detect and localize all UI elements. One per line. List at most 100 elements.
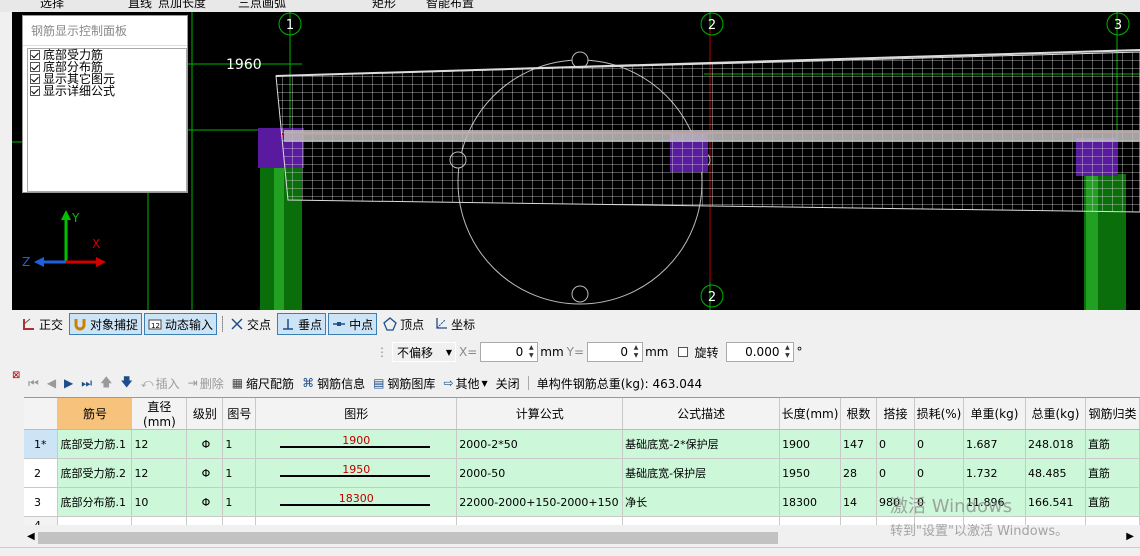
rebar-name-cell[interactable]: 底部受力筋.1 xyxy=(57,429,133,459)
empty-cell[interactable] xyxy=(186,516,224,525)
category-cell[interactable]: 直筋 xyxy=(1085,458,1140,488)
offset-mode-select[interactable]: 不偏移 ▼ xyxy=(392,342,456,362)
col-header-rebar-no[interactable]: 筋号 xyxy=(57,398,133,430)
move-up-icon[interactable]: 🡅 xyxy=(100,373,112,394)
empty-cell[interactable] xyxy=(622,516,781,525)
formula-desc-cell[interactable]: 净长 xyxy=(622,487,781,517)
empty-cell[interactable] xyxy=(779,516,842,525)
diameter-cell[interactable]: 10 xyxy=(131,487,188,517)
col-header-category[interactable]: 钢筋归类 xyxy=(1085,398,1140,430)
scroll-left-icon[interactable]: ◀ xyxy=(27,531,35,542)
col-header-formula[interactable]: 计算公式 xyxy=(456,398,624,430)
loss-cell[interactable]: 0 xyxy=(914,458,964,488)
formula-cell[interactable]: 2000-50 xyxy=(456,458,624,488)
checkbox-icon[interactable] xyxy=(30,50,40,60)
move-down-icon[interactable]: 🡇 xyxy=(120,373,132,394)
panel-close-icon[interactable]: ⊠ xyxy=(12,370,20,381)
col-header-shape[interactable]: 图形 xyxy=(255,398,458,430)
spinner-icon[interactable]: ▲ ▼ xyxy=(782,344,792,360)
scrollbar-thumb[interactable] xyxy=(38,532,778,544)
row-number[interactable]: 1* xyxy=(24,429,59,459)
shape-cell[interactable]: 1950 xyxy=(255,458,458,488)
formula-desc-cell[interactable]: 基础底宽-2*保护层 xyxy=(622,429,781,459)
col-header-unit-weight[interactable]: 单重(kg) xyxy=(963,398,1026,430)
intersection-snap-button[interactable]: 交点 xyxy=(226,313,275,335)
checkbox-show-detailed-formula[interactable]: 显示详细公式 xyxy=(30,85,186,97)
spinner-icon[interactable]: ▲ ▼ xyxy=(631,344,641,360)
shape-cell[interactable]: 1900 xyxy=(255,429,458,459)
rotate-input[interactable]: 0.000 ▲ ▼ xyxy=(726,342,795,362)
empty-cell[interactable] xyxy=(456,516,624,525)
figure-no-cell[interactable]: 1 xyxy=(222,429,257,459)
delete-button[interactable]: ⇥ 删除 xyxy=(188,375,224,392)
spinner-icon[interactable]: ▲ ▼ xyxy=(526,344,536,360)
vertex-snap-button[interactable]: 顶点 xyxy=(379,313,428,335)
coordinate-snap-button[interactable]: 坐标 xyxy=(430,313,479,335)
perpendicular-snap-button[interactable]: 垂点 xyxy=(277,313,327,335)
col-header-loss[interactable]: 损耗(%) xyxy=(914,398,964,430)
ortho-button[interactable]: 正交 xyxy=(18,313,67,335)
midpoint-snap-button[interactable]: 中点 xyxy=(328,313,378,335)
rebar-info-button[interactable]: ⌘ 钢筋信息 xyxy=(302,375,365,392)
rebar-name-cell[interactable]: 底部分布筋.1 xyxy=(57,487,133,517)
unit-weight-cell[interactable]: 1.687 xyxy=(963,429,1026,459)
toolbar-rectangle[interactable]: 矩形 xyxy=(372,0,396,11)
empty-cell[interactable] xyxy=(131,516,188,525)
empty-cell[interactable] xyxy=(1085,516,1140,525)
col-header-lap[interactable]: 搭接 xyxy=(876,398,915,430)
row-number[interactable]: 3 xyxy=(24,487,59,517)
scroll-right-icon[interactable]: ▶ xyxy=(1126,531,1134,542)
rotate-checkbox[interactable] xyxy=(678,347,689,357)
length-cell[interactable]: 18300 xyxy=(779,487,842,517)
row-number[interactable]: 4 xyxy=(24,516,59,525)
x-offset-input[interactable]: 0 ▲ ▼ xyxy=(480,342,539,362)
checkbox-icon[interactable] xyxy=(30,86,40,96)
toolbar-select[interactable]: 选择 xyxy=(40,0,64,11)
checkbox-icon[interactable] xyxy=(30,74,40,84)
toolbar-line[interactable]: 直线 xyxy=(128,0,152,11)
checkbox-icon[interactable] xyxy=(30,62,40,72)
total-weight-cell[interactable]: 248.018 xyxy=(1025,429,1086,459)
empty-cell[interactable] xyxy=(57,516,133,525)
other-menu-button[interactable]: ⇨ 其他 ▼ xyxy=(443,375,487,392)
col-header-diameter[interactable]: 直径(mm) xyxy=(131,398,188,430)
last-record-icon[interactable]: ⏭ xyxy=(81,376,92,391)
table-row[interactable]: 1* 底部受力筋.1 12 Φ 1 1900 2000-2*50 基础底宽-2*… xyxy=(24,429,1140,459)
grade-cell[interactable]: Φ xyxy=(186,458,224,488)
dynamic-input-button[interactable]: 12 动态输入 xyxy=(144,313,218,335)
col-header-count[interactable]: 根数 xyxy=(840,398,878,430)
col-header-length[interactable]: 长度(mm) xyxy=(779,398,842,430)
shape-cell[interactable]: 18300 xyxy=(255,487,458,517)
total-weight-cell[interactable]: 48.485 xyxy=(1025,458,1086,488)
col-header-figure-no[interactable]: 图号 xyxy=(222,398,257,430)
figure-no-cell[interactable]: 1 xyxy=(222,487,257,517)
empty-cell[interactable] xyxy=(255,516,458,525)
y-offset-input[interactable]: 0 ▲ ▼ xyxy=(587,342,644,362)
loss-cell[interactable]: 0 xyxy=(914,429,964,459)
count-cell[interactable]: 147 xyxy=(840,429,878,459)
category-cell[interactable]: 直筋 xyxy=(1085,429,1140,459)
count-cell[interactable]: 14 xyxy=(840,487,878,517)
grade-cell[interactable]: Φ xyxy=(186,429,224,459)
col-header-formula-desc[interactable]: 公式描述 xyxy=(622,398,781,430)
next-record-icon[interactable]: ▶ xyxy=(64,376,73,390)
toolbar-point-length[interactable]: 点加长度 xyxy=(158,0,206,11)
rebar-name-cell[interactable]: 底部受力筋.2 xyxy=(57,458,133,488)
first-record-icon[interactable]: ⏮ xyxy=(28,376,39,391)
prev-record-icon[interactable]: ◀ xyxy=(47,376,56,390)
close-button[interactable]: 关闭 xyxy=(496,375,520,392)
diameter-cell[interactable]: 12 xyxy=(131,429,188,459)
toolbar-three-point-arc[interactable]: 三点画弧 xyxy=(238,0,286,11)
length-cell[interactable]: 1950 xyxy=(779,458,842,488)
empty-cell[interactable] xyxy=(840,516,878,525)
toolbar-smart-layout[interactable]: 智能布置 xyxy=(426,0,474,11)
row-number[interactable]: 2 xyxy=(24,458,59,488)
count-cell[interactable]: 28 xyxy=(840,458,878,488)
object-snap-button[interactable]: 对象捕捉 xyxy=(69,313,143,335)
unit-weight-cell[interactable]: 1.732 xyxy=(963,458,1026,488)
lap-cell[interactable]: 0 xyxy=(876,458,915,488)
formula-desc-cell[interactable]: 基础底宽-保护层 xyxy=(622,458,781,488)
insert-button[interactable]: ⤺ 插入 xyxy=(141,375,180,392)
rebar-library-button[interactable]: ▤ 钢筋图库 xyxy=(373,375,435,392)
empty-cell[interactable] xyxy=(222,516,257,525)
